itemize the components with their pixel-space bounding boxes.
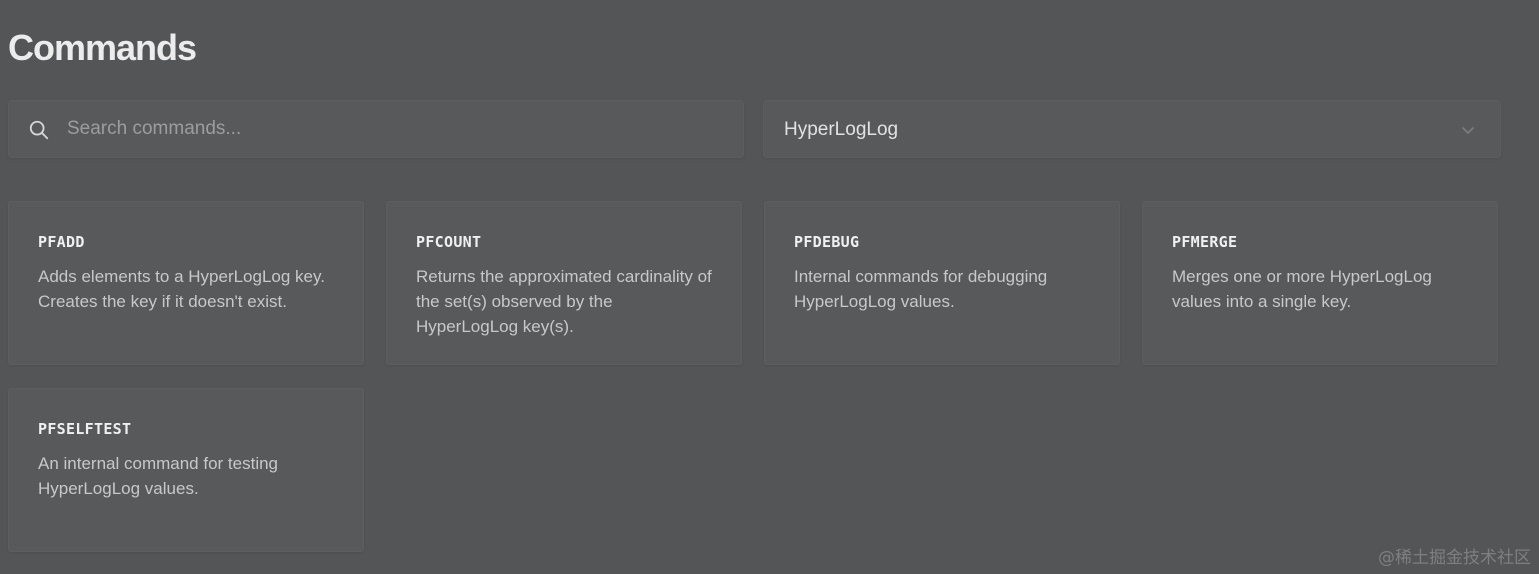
command-description: An internal command for testing HyperLog… — [38, 454, 279, 498]
command-card-pfcount[interactable]: PFCOUNT Returns the approximated cardina… — [386, 201, 742, 365]
command-description: Returns the approximated cardinality of … — [416, 267, 712, 336]
chevron-down-icon — [1462, 127, 1474, 134]
command-card-pfdebug[interactable]: PFDEBUG Internal commands for debugging … — [764, 201, 1120, 365]
search-input[interactable] — [67, 101, 727, 157]
command-card-pfadd[interactable]: PFADD Adds elements to a HyperLogLog key… — [8, 201, 364, 365]
search-box[interactable] — [8, 100, 744, 158]
command-name: PFCOUNT — [416, 233, 482, 251]
command-name: PFDEBUG — [794, 233, 860, 251]
command-card-pfmerge[interactable]: PFMERGE Merges one or more HyperLogLog v… — [1142, 201, 1498, 365]
group-select-value: HyperLogLog — [784, 119, 899, 140]
page-title: Commands — [8, 27, 197, 68]
command-name: PFSELFTEST — [38, 420, 132, 438]
command-description: Adds elements to a HyperLogLog key. Crea… — [38, 267, 325, 311]
command-card-pfselftest[interactable]: PFSELFTEST An internal command for testi… — [8, 388, 364, 552]
group-select[interactable]: HyperLogLog — [763, 100, 1501, 158]
command-name: PFMERGE — [1172, 233, 1238, 251]
command-description: Internal commands for debugging HyperLog… — [794, 267, 1048, 311]
watermark: @稀土掘金技术社区 — [1378, 548, 1531, 568]
commands-page: Commands HyperLogLog PFADD Adds elements… — [0, 0, 1539, 574]
search-icon — [29, 120, 49, 140]
command-description: Merges one or more HyperLogLog values in… — [1172, 267, 1432, 311]
command-name: PFADD — [38, 233, 85, 251]
